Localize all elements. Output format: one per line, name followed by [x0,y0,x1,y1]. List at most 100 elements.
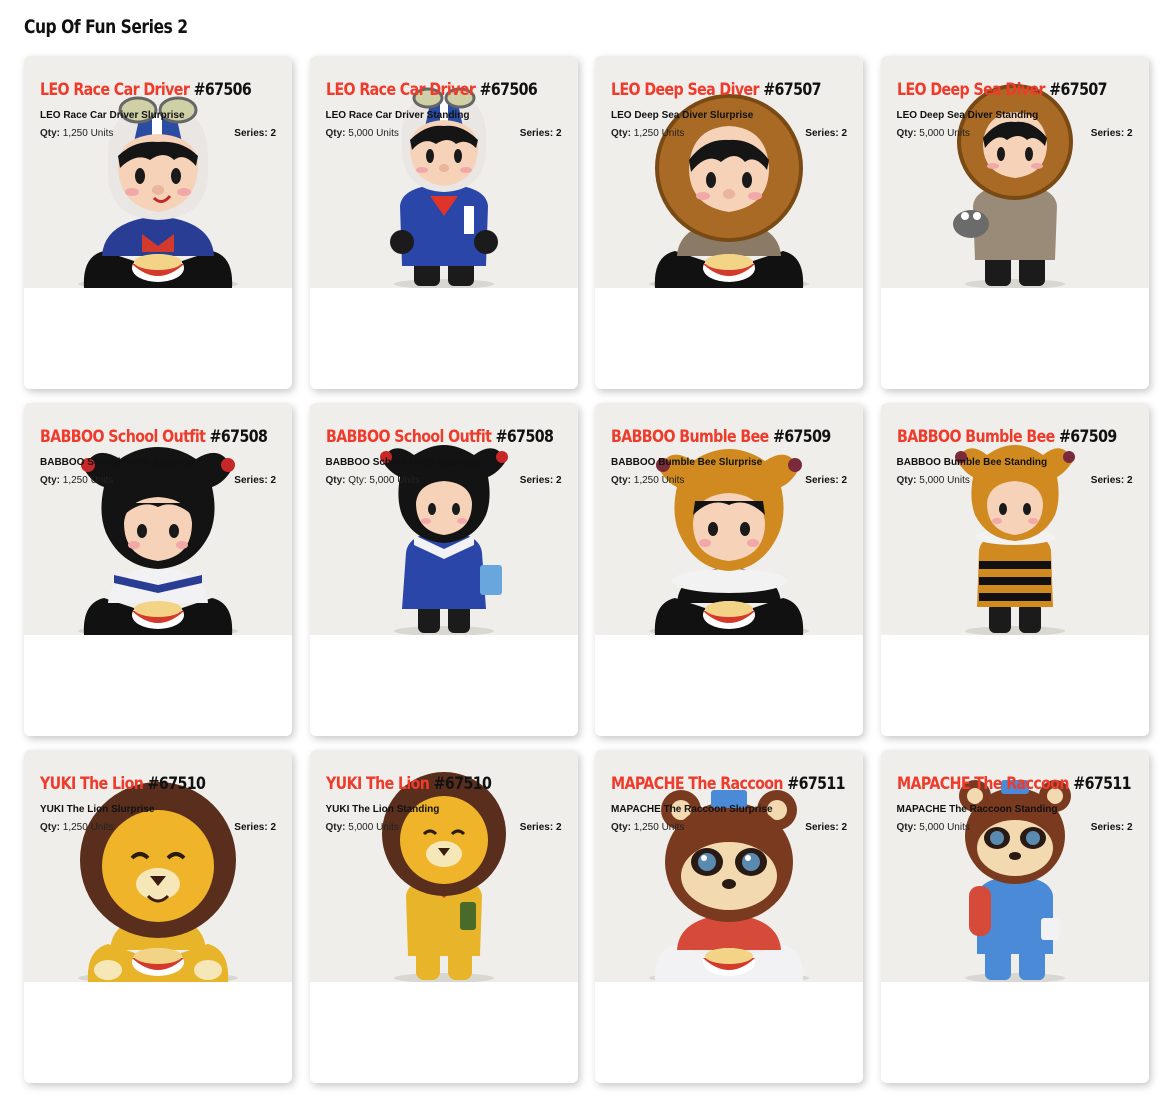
qty-value: 1,250 Units [633,128,685,139]
product-card[interactable]: LEO Deep Sea Diver #67507 LEO Deep Sea D… [880,56,1149,389]
product-card[interactable]: LEO Race Car Driver #67506 LEO Race Car … [309,56,578,389]
qty-value: 1,250 Units [62,475,114,486]
qty-label: Qty: [896,822,917,833]
product-name: YUKI The Lion [40,774,144,793]
product-qty: Qty: 1,250 Units [40,822,113,833]
product-name: BABBOO School Outfit [325,427,492,446]
product-number: #67506 [193,80,252,99]
product-title[interactable]: LEO Race Car Driver #67506 [40,80,252,99]
qty-label: Qty: [896,475,917,486]
product-number: #67511 [1072,774,1131,793]
product-title[interactable]: LEO Deep Sea Diver #67507 [611,80,821,99]
product-qty: Qty: Qty: 5,000 Units [326,475,420,486]
product-qty: Qty: 5,000 Units [897,128,970,139]
product-card[interactable]: MAPACHE The Raccoon #67511 MAPACHE The R… [595,750,863,1083]
series-value: 2 [1126,475,1133,486]
product-title[interactable]: BABBOO Bumble Bee #67509 [897,427,1117,446]
qty-label: Qty: [325,128,346,139]
series-label: Series: [519,475,554,486]
product-qty: Qty: 5,000 Units [326,128,399,139]
product-subtitle: LEO Race Car Driver Standing [325,110,470,121]
product-subtitle: BABBOO School Outfit Standing [325,457,482,468]
product-card[interactable]: MAPACHE The Raccoon #67511 MAPACHE The R… [880,750,1149,1083]
product-series: Series: 2 [234,128,276,139]
series-label: Series: [1090,475,1125,486]
qty-value: 1,250 Units [62,128,114,139]
product-subtitle: LEO Deep Sea Diver Slurprise [611,110,754,121]
series-label: Series: [805,475,839,486]
product-series: Series: 2 [234,822,276,833]
product-card[interactable]: BABBOO School Outfit #67508 BABBOO Schoo… [24,403,292,736]
series-value: 2 [1126,822,1133,833]
product-title[interactable]: MAPACHE The Raccoon #67511 [896,774,1132,793]
product-name: LEO Race Car Driver [325,80,476,99]
series-label: Series: [805,128,839,139]
product-number: #67507 [763,80,821,99]
product-subtitle: LEO Deep Sea Diver Standing [896,110,1039,121]
series-value: 2 [555,475,562,486]
product-subtitle: YUKI The Lion Slurprise [40,804,155,815]
product-subtitle: BABBOO Bumble Bee Standing [896,457,1048,468]
qty-value: 1,250 Units [633,475,685,486]
product-subtitle: LEO Race Car Driver Slurprise [40,110,185,121]
product-title[interactable]: LEO Race Car Driver #67506 [325,80,538,99]
qty-label: Qty: [325,822,346,833]
series-label: Series: [1090,128,1125,139]
product-series: Series: 2 [520,822,562,833]
series-value: 2 [555,128,562,139]
product-card[interactable]: YUKI The Lion #67510 YUKI The Lion Stand… [309,750,578,1083]
product-number: #67510 [147,774,206,793]
qty-label: Qty: [611,822,631,833]
qty-value: 5,000 Units [919,475,970,486]
qty-label: Qty: [611,475,631,486]
qty-value: 5,000 Units [348,822,399,833]
series-value: 2 [1126,128,1133,139]
product-card[interactable]: YUKI The Lion #67510 YUKI The Lion Slurp… [24,750,292,1083]
product-title[interactable]: BABBOO Bumble Bee #67509 [611,427,831,446]
series-value: 2 [270,822,276,833]
qty-value: 1,250 Units [62,822,114,833]
product-card[interactable]: LEO Race Car Driver #67506 LEO Race Car … [24,56,292,389]
series-label: Series: [234,128,268,139]
product-subtitle: MAPACHE The Raccoon Standing [896,804,1058,815]
product-title[interactable]: BABBOO School Outfit #67508 [325,427,554,446]
product-name: LEO Deep Sea Diver [611,80,760,99]
qty-value: 5,000 Units [919,822,970,833]
product-title[interactable]: MAPACHE The Raccoon #67511 [611,774,846,793]
section-title: Cup Of Fun Series 2 [24,16,188,38]
product-card[interactable]: BABBOO School Outfit #67508 BABBOO Schoo… [309,403,578,736]
series-label: Series: [519,128,554,139]
product-card[interactable]: LEO Deep Sea Diver #67507 LEO Deep Sea D… [595,56,863,389]
series-value: 2 [841,128,847,139]
product-title[interactable]: YUKI The Lion #67510 [326,774,492,793]
product-card[interactable]: BABBOO Bumble Bee #67509 BABBOO Bumble B… [880,403,1149,736]
product-number: #67509 [1058,427,1117,446]
product-name: LEO Deep Sea Diver [896,80,1046,99]
product-subtitle: MAPACHE The Raccoon Slurprise [611,804,773,815]
product-grid: LEO Race Car Driver #67506 LEO Race Car … [24,56,1149,1083]
qty-label: Qty: [611,128,631,139]
product-name: LEO Race Car Driver [40,80,190,99]
product-name: MAPACHE The Raccoon [611,774,784,793]
product-series: Series: 2 [805,822,847,833]
product-title[interactable]: YUKI The Lion #67510 [40,774,206,793]
qty-label: Qty: [40,128,60,139]
product-title[interactable]: BABBOO School Outfit #67508 [40,427,268,446]
product-name: BABBOO Bumble Bee [896,427,1055,446]
product-qty: Qty: 1,250 Units [611,822,684,833]
series-value: 2 [841,475,847,486]
qty-label: Qty: [325,475,346,486]
product-qty: Qty: 1,250 Units [40,475,113,486]
product-name: BABBOO Bumble Bee [611,427,769,446]
qty-value: 1,250 Units [633,822,685,833]
product-series: Series: 2 [520,128,562,139]
series-value: 2 [270,128,276,139]
qty-value: Qty: 5,000 Units [348,475,420,486]
series-label: Series: [519,822,554,833]
product-card[interactable]: BABBOO Bumble Bee #67509 BABBOO Bumble B… [595,403,863,736]
series-value: 2 [270,475,276,486]
product-name: MAPACHE The Raccoon [896,774,1070,793]
series-value: 2 [841,822,847,833]
product-qty: Qty: 1,250 Units [611,128,684,139]
product-title[interactable]: LEO Deep Sea Diver #67507 [897,80,1107,99]
